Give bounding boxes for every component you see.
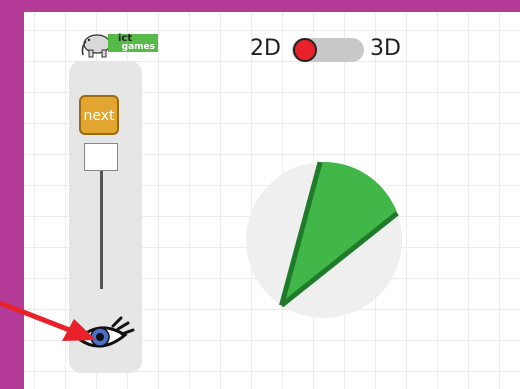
logo-line2: games xyxy=(121,42,155,52)
logo-text: ict games xyxy=(108,34,158,52)
pointer-arrow xyxy=(0,300,96,341)
dimension-switch[interactable] xyxy=(292,38,364,62)
pie-chart xyxy=(246,161,402,318)
ictgames-logo[interactable]: ict games xyxy=(80,29,164,65)
switch-knob[interactable] xyxy=(293,38,317,62)
toggle-label-3d[interactable]: 3D xyxy=(370,34,401,64)
next-button[interactable]: next xyxy=(79,95,119,135)
toggle-label-2d[interactable]: 2D xyxy=(250,34,281,64)
slider-track[interactable] xyxy=(100,153,103,289)
slider-thumb[interactable] xyxy=(84,143,118,171)
